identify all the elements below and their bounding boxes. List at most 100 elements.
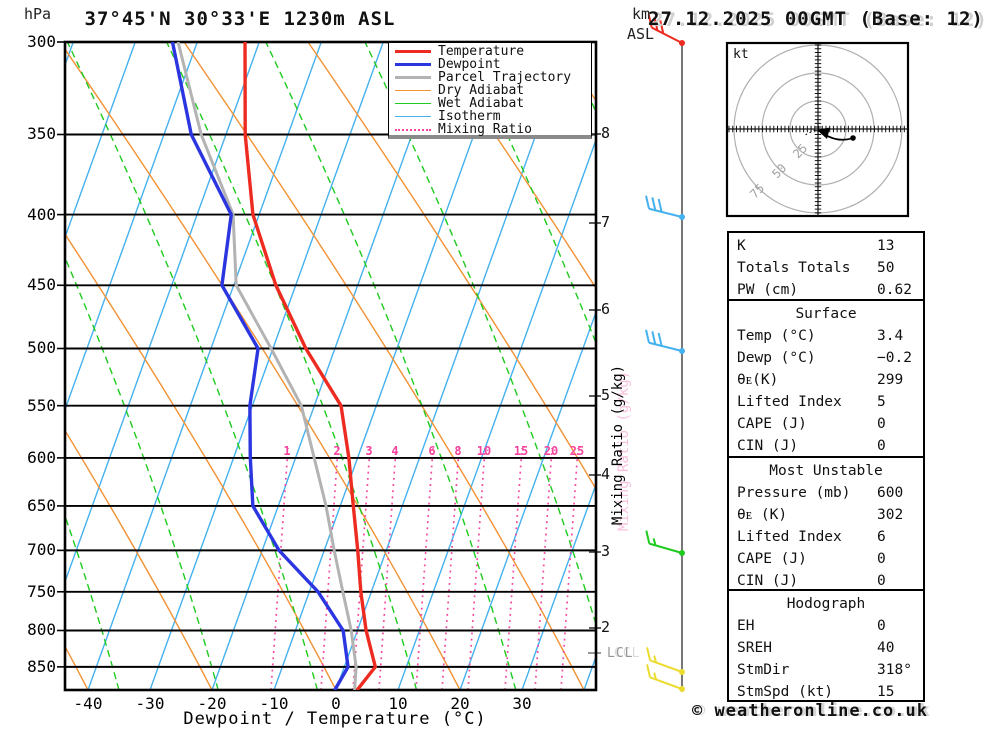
table-label: StmSpd (kt) xyxy=(737,684,834,700)
table-section: Hodograph EH 0 SREH 40 StmDir 318° StmSpd (kt) 1… xyxy=(727,589,925,702)
mixing-ratio-line xyxy=(320,447,339,690)
table-row: CIN (J) 0 xyxy=(729,435,923,457)
table-row: Totals Totals 50 xyxy=(729,257,923,279)
table-label: θᴇ(K) xyxy=(737,372,779,388)
table-value: 50 xyxy=(877,260,895,276)
table-value: 302 xyxy=(877,507,904,523)
isotherm-line xyxy=(459,310,596,690)
legend-swatch-icon xyxy=(395,90,431,91)
table-label: K xyxy=(737,238,746,254)
table-value: 0 xyxy=(877,438,886,454)
table-section: Surface Temp (°C) 3.4 Dewp (°C) −0.2 θᴇ(K) 299… xyxy=(727,299,925,458)
station-title: 37°45'N 30°33'E 1230m ASL xyxy=(84,8,396,30)
legend-swatch-icon xyxy=(395,116,431,117)
table-value: 15 xyxy=(877,684,895,700)
table-row: EH 0 xyxy=(729,615,923,637)
hodograph-unit-label: kt xyxy=(733,47,749,62)
table-section-header: Hodograph xyxy=(786,596,866,612)
isotherm-line xyxy=(149,42,384,690)
table-row: CAPE (J) 0 xyxy=(729,413,923,435)
table-value: 600 xyxy=(877,485,904,501)
table-label: CIN (J) xyxy=(737,438,799,454)
dewpoint-curve xyxy=(170,42,350,690)
table-label: Temp (°C) xyxy=(737,328,816,344)
isotherm-line xyxy=(335,42,570,690)
table-section: Most Unstable Pressure (mb) 600 θᴇ (K) 302 Li… xyxy=(727,456,925,591)
table-label: CAPE (J) xyxy=(737,551,807,567)
table-value: 0 xyxy=(877,416,886,432)
table-row: θᴇ(K) 299 xyxy=(729,369,923,391)
mixing-ratio-value-label: 15 xyxy=(513,444,529,458)
hodograph-origin-dot xyxy=(850,135,856,141)
mixing-ratio-line xyxy=(441,447,460,690)
table-label: Lifted Index xyxy=(737,529,842,545)
table-label: CAPE (J) xyxy=(737,416,807,432)
skewt-sounding-app: 37°45'N 30°33'E 1230m ASL 27.12.2025 00G… xyxy=(0,0,1000,733)
wet-adiabat-line xyxy=(463,42,596,345)
table-value: 0 xyxy=(877,551,886,567)
pressure-tick-label: 650 xyxy=(27,495,56,515)
legend-swatch-icon xyxy=(395,128,431,131)
km-tick-label: 3 xyxy=(601,542,611,560)
table-label: Pressure (mb) xyxy=(737,485,851,501)
table-row: CAPE (J) 0 xyxy=(729,548,923,570)
dry-adiabat-line xyxy=(65,48,461,690)
table-row: Lifted Index 5 xyxy=(729,391,923,413)
table-row: K 13 xyxy=(729,235,923,257)
mixing-ratio-value-label: 1 xyxy=(283,444,291,458)
table-value: 318° xyxy=(877,662,912,678)
table-section: K 13 Totals Totals 50 PW (cm) 0.62 xyxy=(727,231,925,301)
pressure-tick-label: 700 xyxy=(27,540,56,560)
km-tick-label: 7 xyxy=(601,213,611,231)
table-value: 0 xyxy=(877,618,886,634)
table-label: Dewp (°C) xyxy=(737,350,816,366)
wet-adiabat-line xyxy=(364,42,596,627)
table-row: Lifted Index 6 xyxy=(729,526,923,548)
lcl-marker-label: LCL xyxy=(607,646,634,661)
legend-swatch-icon xyxy=(395,76,431,79)
legend-item: Mixing Ratio xyxy=(391,122,591,137)
altitude-unit-label: km xyxy=(632,5,651,23)
table-value: 40 xyxy=(877,640,895,656)
table-value: 13 xyxy=(877,238,895,254)
legend-swatch-icon xyxy=(395,63,431,66)
mixing-ratio-value-label: 10 xyxy=(476,444,492,458)
table-value: 0.62 xyxy=(877,282,912,298)
mixing-ratio-line xyxy=(378,447,397,690)
table-row: Temp (°C) 3.4 xyxy=(729,325,923,347)
date-title: 27.12.2025 00GMT (Base: 12) xyxy=(648,8,984,30)
copyright: © weatheronline.co.uk xyxy=(692,701,928,721)
table-value: 3.4 xyxy=(877,328,904,344)
mixing-ratio-value-label: 6 xyxy=(428,444,436,458)
table-row: PW (cm) 0.62 xyxy=(729,279,923,301)
legend-swatch-icon xyxy=(395,103,431,104)
mixing-ratio-line xyxy=(415,447,434,690)
table-label: SREH xyxy=(737,640,772,656)
table-label: PW (cm) xyxy=(737,282,799,298)
x-axis-label: Dewpoint / Temperature (°C) xyxy=(183,709,487,729)
wind-barb xyxy=(645,195,685,220)
table-row: StmSpd (kt) 15 xyxy=(729,681,923,703)
table-section-header: Surface xyxy=(795,306,857,322)
pressure-tick-label: 400 xyxy=(27,204,56,224)
pressure-tick-label: 500 xyxy=(27,338,56,358)
table-label: EH xyxy=(737,618,755,634)
legend: Temperature Dewpoint Parcel Trajectory Dry … xyxy=(388,42,592,139)
wind-barb xyxy=(646,664,685,692)
mixing-ratio-value-label: 8 xyxy=(454,444,462,458)
table-value: 6 xyxy=(877,529,886,545)
pressure-tick-label: 600 xyxy=(27,447,56,467)
pressure-tick-label: 800 xyxy=(27,620,56,640)
altitude-unit2-label: ASL xyxy=(627,25,655,43)
plot-border xyxy=(63,40,598,692)
mixing-ratio-value-label: 3 xyxy=(365,444,373,458)
isotherm-line xyxy=(273,42,508,690)
wind-barb xyxy=(646,647,685,675)
pressure-tick-label: 450 xyxy=(27,275,56,295)
legend-item-label: Mixing Ratio xyxy=(438,122,532,137)
table-value: 299 xyxy=(877,372,904,388)
table-row: Pressure (mb) 600 xyxy=(729,482,923,504)
mixing-ratio-value-label: 4 xyxy=(391,444,399,458)
mixing-ratio-value-label: 2 xyxy=(333,444,341,458)
table-value: 5 xyxy=(877,394,886,410)
